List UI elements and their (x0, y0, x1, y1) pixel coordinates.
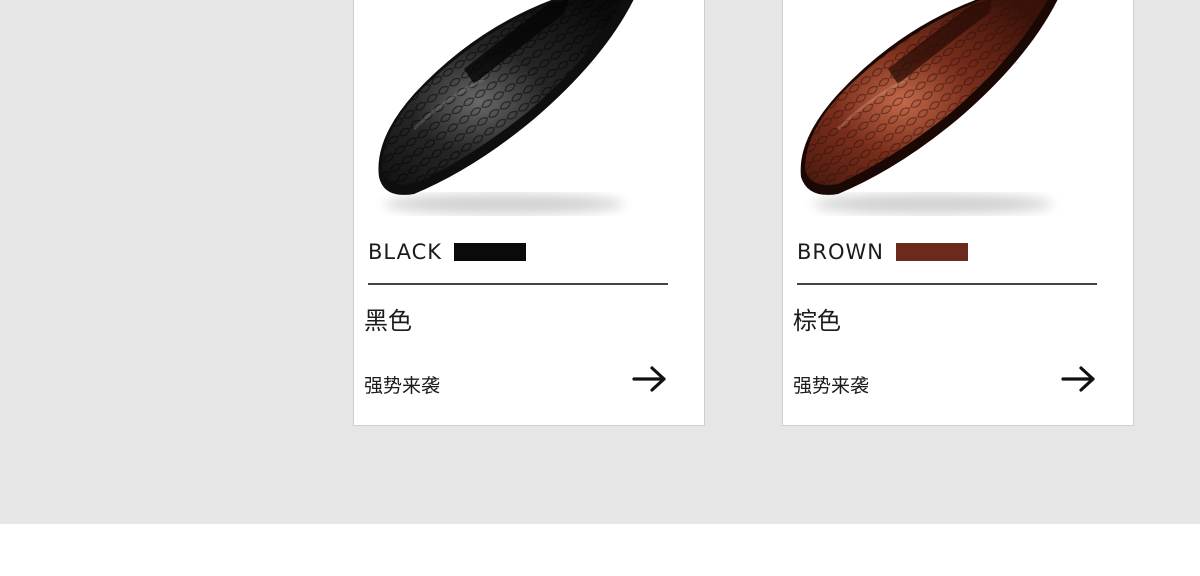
color-label-row: BROWN (797, 239, 969, 265)
color-label-row: BLACK (368, 239, 527, 265)
color-name-chinese: 黑色 (364, 307, 412, 335)
arrow-right-icon[interactable] (630, 363, 670, 395)
color-swatch (454, 243, 527, 261)
divider (797, 283, 1097, 285)
tagline: 强势来袭 (364, 375, 441, 397)
color-name-chinese: 棕色 (793, 307, 841, 335)
product-card-brown[interactable]: BROWN 棕色 强势来袭 (782, 0, 1134, 426)
product-card-black[interactable]: BLACK 黑色 强势来袭 (353, 0, 705, 426)
arrow-right-icon[interactable] (1059, 363, 1099, 395)
divider (368, 283, 668, 285)
color-swatch (896, 243, 969, 261)
color-name: BROWN (797, 240, 885, 264)
brown-shoe-image (800, 0, 1058, 214)
tagline: 强势来袭 (793, 375, 870, 397)
color-name: BLACK (368, 240, 443, 264)
black-shoe-image (378, 0, 634, 214)
